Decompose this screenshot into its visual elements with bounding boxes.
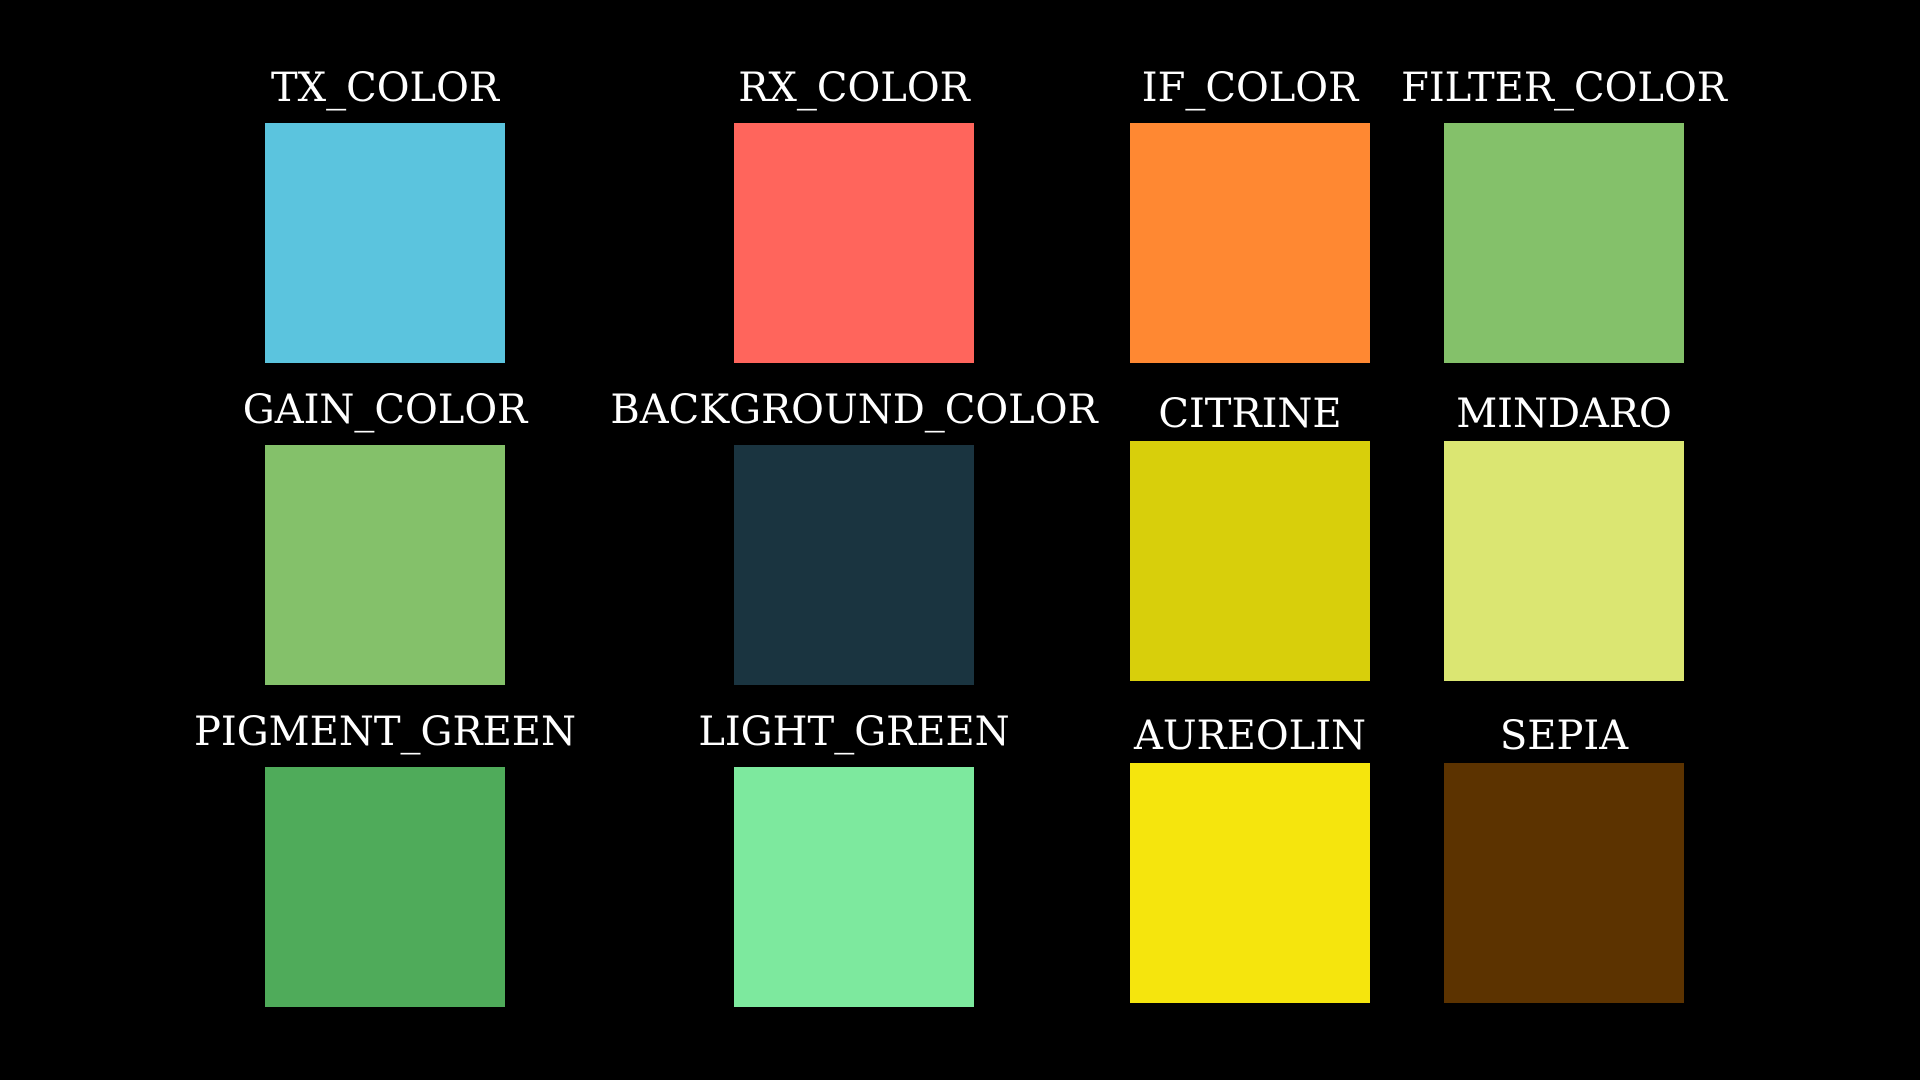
swatch-background-color [734,445,974,685]
swatch-aureolin [1130,763,1370,1003]
swatch-pigment-green [265,767,505,1007]
swatch-filter-color [1444,123,1684,363]
swatch-sepia [1444,763,1684,1003]
swatch-rx-color [734,123,974,363]
swatch-label-filter-color: FILTER_COLOR [1401,65,1727,111]
swatch-if-color [1130,123,1370,363]
color-palette-canvas: TX_COLOR RX_COLOR IF_COLOR FILTER_COLOR … [0,0,1920,1080]
swatch-mindaro [1444,441,1684,681]
swatch-light-green [734,767,974,1007]
swatch-citrine [1130,441,1370,681]
swatch-gain-color [265,445,505,685]
swatch-label-sepia: SEPIA [1499,713,1629,759]
swatch-label-mindaro: MINDARO [1456,391,1672,437]
swatch-tx-color [265,123,505,363]
